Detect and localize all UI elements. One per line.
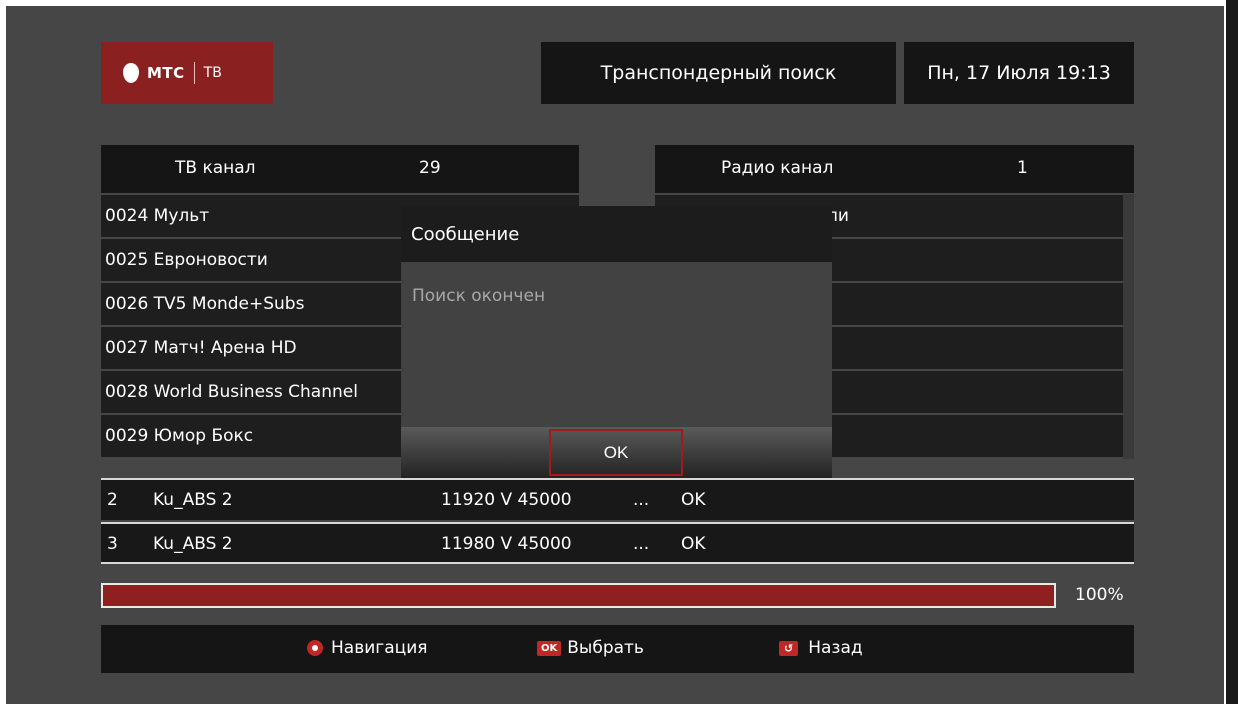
dialog-message: Поиск окончен	[401, 262, 832, 427]
progress-fill	[103, 585, 1054, 606]
ok-button[interactable]: OK	[549, 429, 683, 476]
radio-channel-count: 1	[1017, 158, 1028, 178]
transponder-status: OK	[681, 534, 706, 554]
mts-egg-icon	[123, 63, 139, 83]
logo-brand: МТС	[147, 64, 185, 82]
transponder-dots: ...	[633, 534, 650, 554]
transponder-satellite: Ku_ABS 2	[153, 490, 233, 510]
transponder-dots: ...	[633, 490, 650, 510]
transponder-number: 3	[107, 534, 118, 554]
radio-channel-header: Радио канал 1	[655, 145, 1134, 193]
ok-button-icon: OK	[537, 640, 562, 656]
legend-select: OK Выбрать	[537, 638, 644, 658]
legend-select-label: Выбрать	[567, 638, 644, 658]
transponder-number: 2	[107, 490, 118, 510]
date-time: Пн, 17 Июля 19:13	[904, 42, 1134, 104]
transponder-row[interactable]: 2 Ku_ABS 2 11920 V 45000 ... OK	[101, 478, 1134, 520]
navigation-cross-icon	[307, 640, 323, 656]
back-arrow-icon: ↺	[779, 640, 799, 656]
tv-channel-header: ТВ канал 29	[101, 145, 579, 193]
transponder-satellite: Ku_ABS 2	[153, 534, 233, 554]
message-dialog: Сообщение Поиск окончен OK	[401, 206, 832, 478]
transponder-status: OK	[681, 490, 706, 510]
dialog-title: Сообщение	[401, 206, 832, 262]
legend-back-label: Назад	[808, 638, 863, 658]
tv-channel-label: ТВ канал	[175, 158, 256, 178]
search-progress-bar	[101, 583, 1056, 608]
screen-border	[1226, 0, 1238, 704]
dialog-footer: OK	[401, 427, 832, 478]
progress-percent: 100%	[1075, 585, 1124, 605]
legend-navigation: Навигация	[307, 638, 427, 658]
tv-channel-count: 29	[419, 158, 441, 178]
logo-tv: ТВ	[203, 65, 222, 81]
legend-navigation-label: Навигация	[331, 638, 428, 658]
logo-divider	[193, 62, 195, 84]
transponder-row[interactable]: 3 Ku_ABS 2 11980 V 45000 ... OK	[101, 522, 1134, 564]
transponder-frequency: 11920 V 45000	[441, 490, 572, 510]
transponder-frequency: 11980 V 45000	[441, 534, 572, 554]
radio-scrollbar[interactable]	[1123, 194, 1134, 459]
mts-tv-logo: МТС ТВ	[101, 42, 273, 104]
legend-back: ↺ Назад	[779, 638, 863, 658]
key-legend: Навигация OK Выбрать ↺ Назад	[101, 625, 1134, 673]
radio-channel-label: Радио канал	[721, 158, 834, 178]
screen-title: Транспондерный поиск	[541, 42, 896, 104]
